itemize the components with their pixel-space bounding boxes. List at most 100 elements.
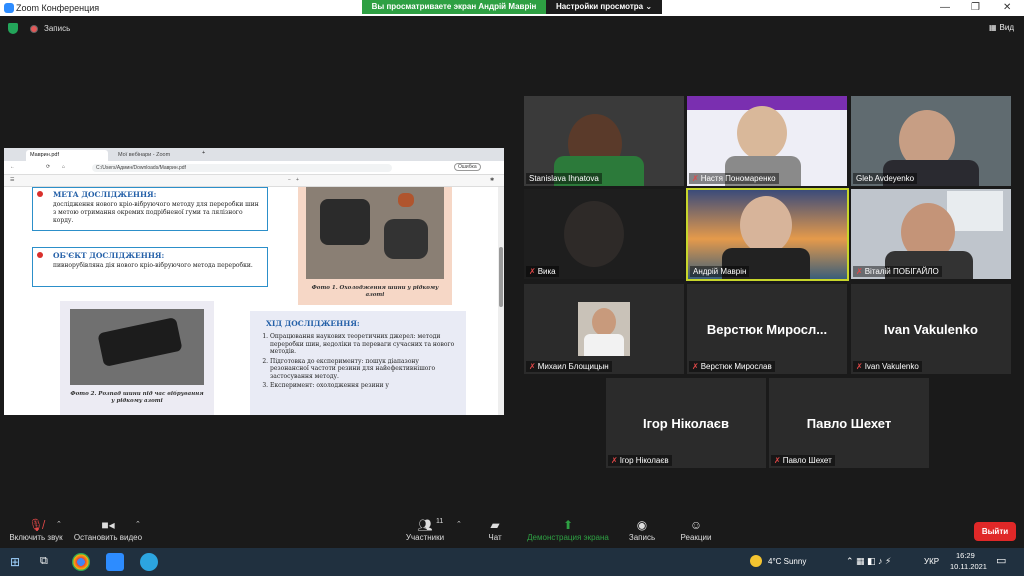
view-button[interactable]: ▦ Вид <box>989 23 1014 32</box>
reactions-button[interactable]: ☺ Реакции <box>676 517 716 542</box>
zoom-app-icon[interactable] <box>106 553 124 571</box>
participant-tile[interactable]: Павло Шехет ✗ Павло Шехет <box>769 378 929 468</box>
back-icon[interactable]: ← <box>10 164 15 170</box>
tire-piece <box>384 219 428 259</box>
window-title: Zoom Конференция <box>16 3 100 13</box>
telegram-icon[interactable] <box>140 553 158 571</box>
avatar-face <box>592 308 616 336</box>
list-item: Експеримент: охолодження резини у <box>270 382 456 390</box>
clock-time[interactable]: 16:29 <box>956 551 975 560</box>
tire-piece <box>398 193 414 207</box>
meeting-topbar: Запись ▦ Вид <box>0 16 1024 40</box>
url-field[interactable]: C:/Users/Админ/Downloads/Маврин.pdf <box>92 164 392 172</box>
chevron-up-icon[interactable]: ⌃ <box>135 520 141 528</box>
minimize-icon[interactable]: — <box>940 2 950 13</box>
participant-name: ✗ Михаил Блощицын <box>526 361 612 372</box>
participant-name: ✗ Ігор Ніколаєв <box>608 455 672 466</box>
participant-display-name: Верстюк Миросл... <box>706 322 828 337</box>
chat-label: Чат <box>488 533 502 542</box>
pdf-toolbar: ☰ − + ✱ <box>4 175 504 187</box>
tab-label: Мої вебінари - Zoom <box>118 152 171 158</box>
sun-icon <box>750 555 762 567</box>
shared-screen[interactable]: Маврин.pdf Мої вебінари - Zoom + ← ⟳ ⌂ C… <box>4 148 504 415</box>
zoom-in-icon[interactable]: + <box>296 177 299 183</box>
participants-label: Участники <box>405 533 445 542</box>
progress-heading: ХІД ДОСЛІДЖЕННЯ: <box>266 319 360 328</box>
chrome-icon[interactable] <box>72 553 90 571</box>
task-view-icon[interactable]: ⧉ <box>40 555 48 568</box>
weather-text[interactable]: 4°C Sunny <box>768 557 806 566</box>
photo1-caption: Фото 1. Охолодження шини у рідкому азоті <box>311 285 439 298</box>
participant-name-text: Ігор Ніколаєв <box>619 456 669 465</box>
language-indicator[interactable]: УКР <box>924 557 939 566</box>
participant-name-text: Верстюк Мирослав <box>700 362 772 371</box>
list-item: Підготовка до експерименту: пошук діапаз… <box>270 358 456 381</box>
notifications-icon[interactable]: ▭ <box>996 554 1006 567</box>
security-shield-icon[interactable] <box>8 23 18 34</box>
scroll-thumb[interactable] <box>499 247 503 307</box>
avatar <box>740 196 792 254</box>
participant-display-name: Ігор Ніколаєв <box>643 416 729 431</box>
leave-button[interactable]: Выйти <box>974 522 1016 541</box>
zoom-out-icon[interactable]: − <box>288 177 291 183</box>
participant-name-text: Вика <box>537 267 556 276</box>
chat-icon: ▰ <box>490 518 500 532</box>
avatar <box>578 302 630 356</box>
pdf-scrollbar[interactable] <box>498 187 504 415</box>
reactions-label: Реакции <box>680 533 712 542</box>
share-screen-button[interactable]: ⬆ Демонстрация экрана <box>522 517 614 542</box>
muted-mic-icon: ✗ <box>611 456 618 465</box>
reload-icon[interactable]: ⟳ <box>46 164 50 170</box>
participant-tile[interactable]: Верстюк Миросл... ✗ Верстюк Мирослав <box>687 284 847 374</box>
browser-tab-zoom[interactable]: Мої вебінари - Zoom <box>114 150 196 161</box>
participant-name: ✗ Вика <box>526 266 559 277</box>
pin-icon[interactable]: ✱ <box>490 177 494 183</box>
muted-mic-icon: ✗ <box>692 362 699 371</box>
browser-tab-pdf[interactable]: Маврин.pdf <box>26 150 108 161</box>
sharing-banner: Вы просматриваете экран Андрій Маврін <box>362 0 546 14</box>
maximize-icon[interactable]: ❐ <box>971 2 980 13</box>
contents-icon[interactable]: ☰ <box>10 177 14 183</box>
goal-heading: МЕТА ДОСЛІДЖЕННЯ: <box>53 190 157 199</box>
participant-name: ✗ Ivan Vakulenko <box>853 361 922 372</box>
reactions-icon: ☺ <box>689 518 703 532</box>
muted-mic-icon: ✗ <box>692 174 699 183</box>
record-button[interactable]: ◉ Запись <box>624 517 660 542</box>
progress-box: ХІД ДОСЛІДЖЕННЯ: Опрацювання наукових те… <box>250 311 466 415</box>
progress-steps: Опрацювання наукових теоретичних джерел:… <box>260 333 456 392</box>
close-icon[interactable]: ✕ <box>1003 2 1011 13</box>
list-item: Опрацювання наукових теоретичних джерел:… <box>270 333 456 356</box>
tray-icons[interactable]: ⌃ ▦ ◧ ♪ ⚡ <box>846 556 891 567</box>
muted-mic-icon: ✗ <box>529 362 536 371</box>
participant-tile[interactable]: ✗ Настя Пономаренко <box>687 96 847 186</box>
chevron-up-icon[interactable]: ⌃ <box>456 520 462 528</box>
record-label: Запись <box>628 533 656 542</box>
participant-name: Stanislava Ihnatova <box>526 173 602 184</box>
participant-tile[interactable]: Ivan Vakulenko ✗ Ivan Vakulenko <box>851 284 1011 374</box>
participant-tile[interactable]: ✗ Вика <box>524 189 684 279</box>
participant-tile[interactable]: Stanislava Ihnatova <box>524 96 684 186</box>
record-icon <box>30 25 38 33</box>
view-options-button[interactable]: Настройки просмотра ⌄ <box>546 0 662 14</box>
participant-tile[interactable]: Ігор Ніколаєв ✗ Ігор Ніколаєв <box>606 378 766 468</box>
participant-tile[interactable]: ✗ Віталій ПОБІГАЙЛО <box>851 189 1011 279</box>
new-tab-icon[interactable]: + <box>202 150 205 156</box>
chevron-up-icon[interactable]: ⌃ <box>56 520 62 528</box>
participant-tile[interactable]: Gleb Avdeyenko <box>851 96 1011 186</box>
chat-button[interactable]: ▰ Чат <box>480 517 510 542</box>
muted-mic-icon: ✗ <box>774 456 781 465</box>
active-speaker-tile[interactable]: Андрій Маврін <box>686 188 849 281</box>
browser-addressbar: ← ⟳ ⌂ C:/Users/Админ/Downloads/Маврин.pd… <box>4 161 504 175</box>
clock-date[interactable]: 10.11.2021 <box>950 562 987 571</box>
home-icon[interactable]: ⌂ <box>62 164 65 170</box>
participant-name-text: Ivan Vakulenko <box>864 362 919 371</box>
participant-tile[interactable]: ✗ Михаил Блощицын <box>524 284 684 374</box>
windows-start-icon[interactable]: ⊞ <box>10 555 20 569</box>
sync-button[interactable]: Ошибка <box>454 163 481 171</box>
tire-piece <box>97 317 183 367</box>
photo2-caption: Фото 2. Розпад шини під час вібрування у… <box>70 391 204 404</box>
chevron-down-icon: ⌄ <box>645 2 653 11</box>
bullet-icon <box>37 191 43 197</box>
stop-video-button[interactable]: ■◂ Остановить видео <box>72 517 144 542</box>
goal-text: дослідження нового кріо-вібруючого метод… <box>53 201 259 224</box>
